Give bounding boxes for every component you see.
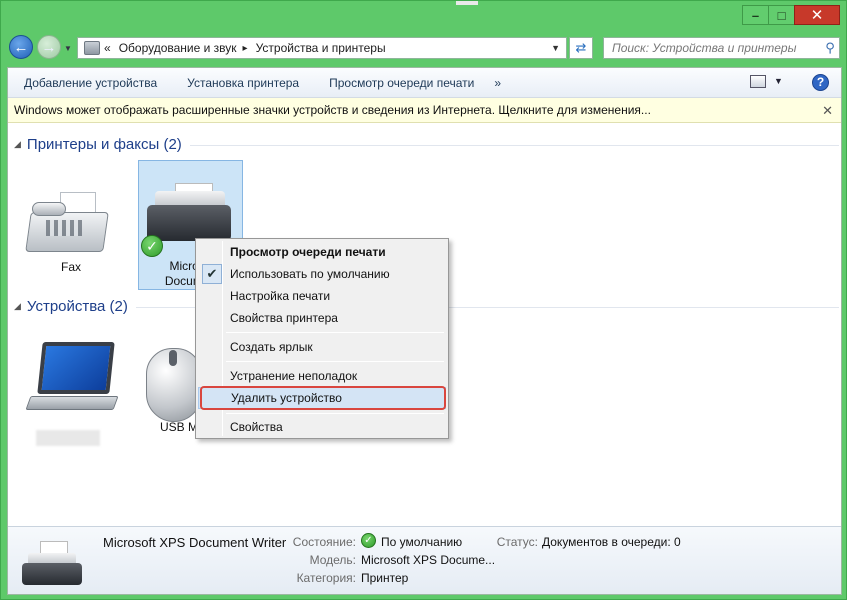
help-icon[interactable]: ?	[812, 74, 829, 91]
group-title: Устройства (2)	[26, 298, 128, 315]
back-button[interactable]: ←	[9, 35, 33, 59]
state-value: По умолчанию	[381, 535, 463, 549]
arrow-right-icon: →	[41, 38, 57, 56]
breadcrumb-devices-and-printers[interactable]: Устройства и принтеры	[256, 41, 386, 55]
menu-item-see-print-queue[interactable]: Просмотр очереди печати	[198, 241, 446, 263]
close-button[interactable]: ✕	[794, 5, 840, 25]
device-laptop[interactable]	[22, 338, 122, 450]
info-bar-close-icon[interactable]: ✕	[822, 103, 833, 119]
device-fax[interactable]: Fax	[22, 172, 120, 280]
menu-item-label: Использовать по умолчанию	[230, 267, 390, 281]
control-panel-icon	[84, 41, 100, 55]
status-label: Статус:	[496, 535, 538, 549]
forward-button[interactable]: →	[37, 35, 61, 59]
recent-pages-chevron-down-icon[interactable]: ▼	[64, 44, 72, 53]
fax-keypad	[46, 220, 82, 236]
title-bar-fragment	[456, 1, 478, 5]
refresh-icon: ⇄	[575, 40, 587, 55]
menu-separator	[226, 413, 444, 414]
menu-item-label: Просмотр очереди печати	[230, 245, 386, 259]
see-print-queue-button[interactable]: Просмотр очереди печати	[313, 76, 488, 90]
menu-item-printing-preferences[interactable]: Настройка печати	[198, 285, 446, 307]
breadcrumb-separator[interactable]: ▸	[243, 43, 248, 54]
change-view-icon[interactable]	[750, 75, 766, 88]
command-bar: Добавление устройства Установка принтера…	[8, 68, 841, 98]
details-printer-icon	[20, 541, 90, 593]
more-commands-button[interactable]: »	[488, 76, 507, 90]
laptop-keyboard	[25, 396, 119, 410]
group-divider	[189, 145, 839, 146]
menu-item-label: Свойства принтера	[230, 311, 338, 325]
menu-item-create-shortcut[interactable]: Создать ярлык	[198, 336, 446, 358]
status-check-icon: ✓	[361, 533, 376, 548]
refresh-button[interactable]: ⇄	[569, 37, 593, 59]
mouse-wheel	[169, 350, 177, 366]
breadcrumb-overflow[interactable]: «	[104, 41, 111, 55]
group-title: Принтеры и факсы (2)	[26, 136, 182, 153]
laptop-icon	[37, 342, 115, 394]
details-printer-body	[22, 563, 82, 585]
menu-separator	[226, 361, 444, 362]
fax-handset	[32, 202, 66, 216]
breadcrumb-hardware-and-sound[interactable]: Оборудование и звук	[119, 41, 237, 55]
info-bar-text: Windows может отображать расширенные зна…	[14, 103, 651, 117]
navigation-bar: ← → ▼ « Оборудование и звук ▸ Устройства…	[7, 33, 840, 63]
title-bar[interactable]: – □ ✕	[1, 1, 846, 31]
search-box[interactable]: ⚲	[603, 37, 840, 59]
category-value: Принтер	[361, 571, 409, 585]
search-icon[interactable]: ⚲	[821, 40, 839, 56]
menu-item-troubleshoot[interactable]: Устранение неполадок	[198, 365, 446, 387]
printer-icon	[147, 205, 231, 241]
details-device-name: Microsoft XPS Document Writer	[103, 535, 287, 550]
info-bar[interactable]: Windows может отображать расширенные зна…	[8, 98, 841, 123]
menu-item-label: Создать ярлык	[230, 340, 313, 354]
devices-and-printers-window: – □ ✕ ← → ▼ « Оборудование и звук ▸ Устр…	[0, 0, 847, 600]
group-printers-and-faxes[interactable]: ◢ Принтеры и факсы (2)	[14, 136, 839, 153]
address-bar[interactable]: « Оборудование и звук ▸ Устройства и при…	[77, 37, 567, 59]
collapse-triangle-icon[interactable]: ◢	[14, 139, 21, 150]
remove-device-highlight	[200, 386, 446, 410]
menu-item-label: Устранение неполадок	[230, 369, 358, 383]
checkmark-icon: ✔	[202, 264, 222, 284]
view-options-chevron-down-icon[interactable]: ▼	[774, 76, 783, 86]
add-device-button[interactable]: Добавление устройства	[8, 76, 171, 90]
window-controls: – □ ✕	[742, 5, 840, 25]
arrow-left-icon: ←	[13, 38, 29, 56]
status-value: Документов в очереди: 0	[542, 535, 681, 549]
menu-item-label: Свойства	[230, 420, 283, 434]
maximize-button[interactable]: □	[768, 5, 794, 25]
model-label: Модель:	[309, 553, 356, 567]
model-value: Microsoft XPS Docume...	[361, 553, 496, 567]
menu-item-properties[interactable]: Свойства	[198, 416, 446, 438]
menu-item-label: Настройка печати	[230, 289, 331, 303]
default-printer-check-icon: ✓	[141, 235, 163, 257]
menu-item-set-as-default[interactable]: ✔ Использовать по умолчанию	[198, 263, 446, 285]
menu-item-printer-properties[interactable]: Свойства принтера	[198, 307, 446, 329]
add-printer-button[interactable]: Установка принтера	[171, 76, 313, 90]
details-pane: Microsoft XPS Document Writer Состояние:…	[8, 526, 841, 594]
menu-separator	[226, 332, 444, 333]
device-label: Fax	[60, 260, 81, 274]
collapse-triangle-icon[interactable]: ◢	[14, 301, 21, 312]
blurred-device-label	[36, 430, 100, 446]
category-label: Категория:	[296, 571, 356, 585]
minimize-button[interactable]: –	[742, 5, 768, 25]
address-dropdown-chevron-down-icon[interactable]: ▼	[551, 43, 560, 53]
search-input[interactable]	[604, 39, 821, 57]
state-label: Состояние:	[292, 535, 356, 549]
